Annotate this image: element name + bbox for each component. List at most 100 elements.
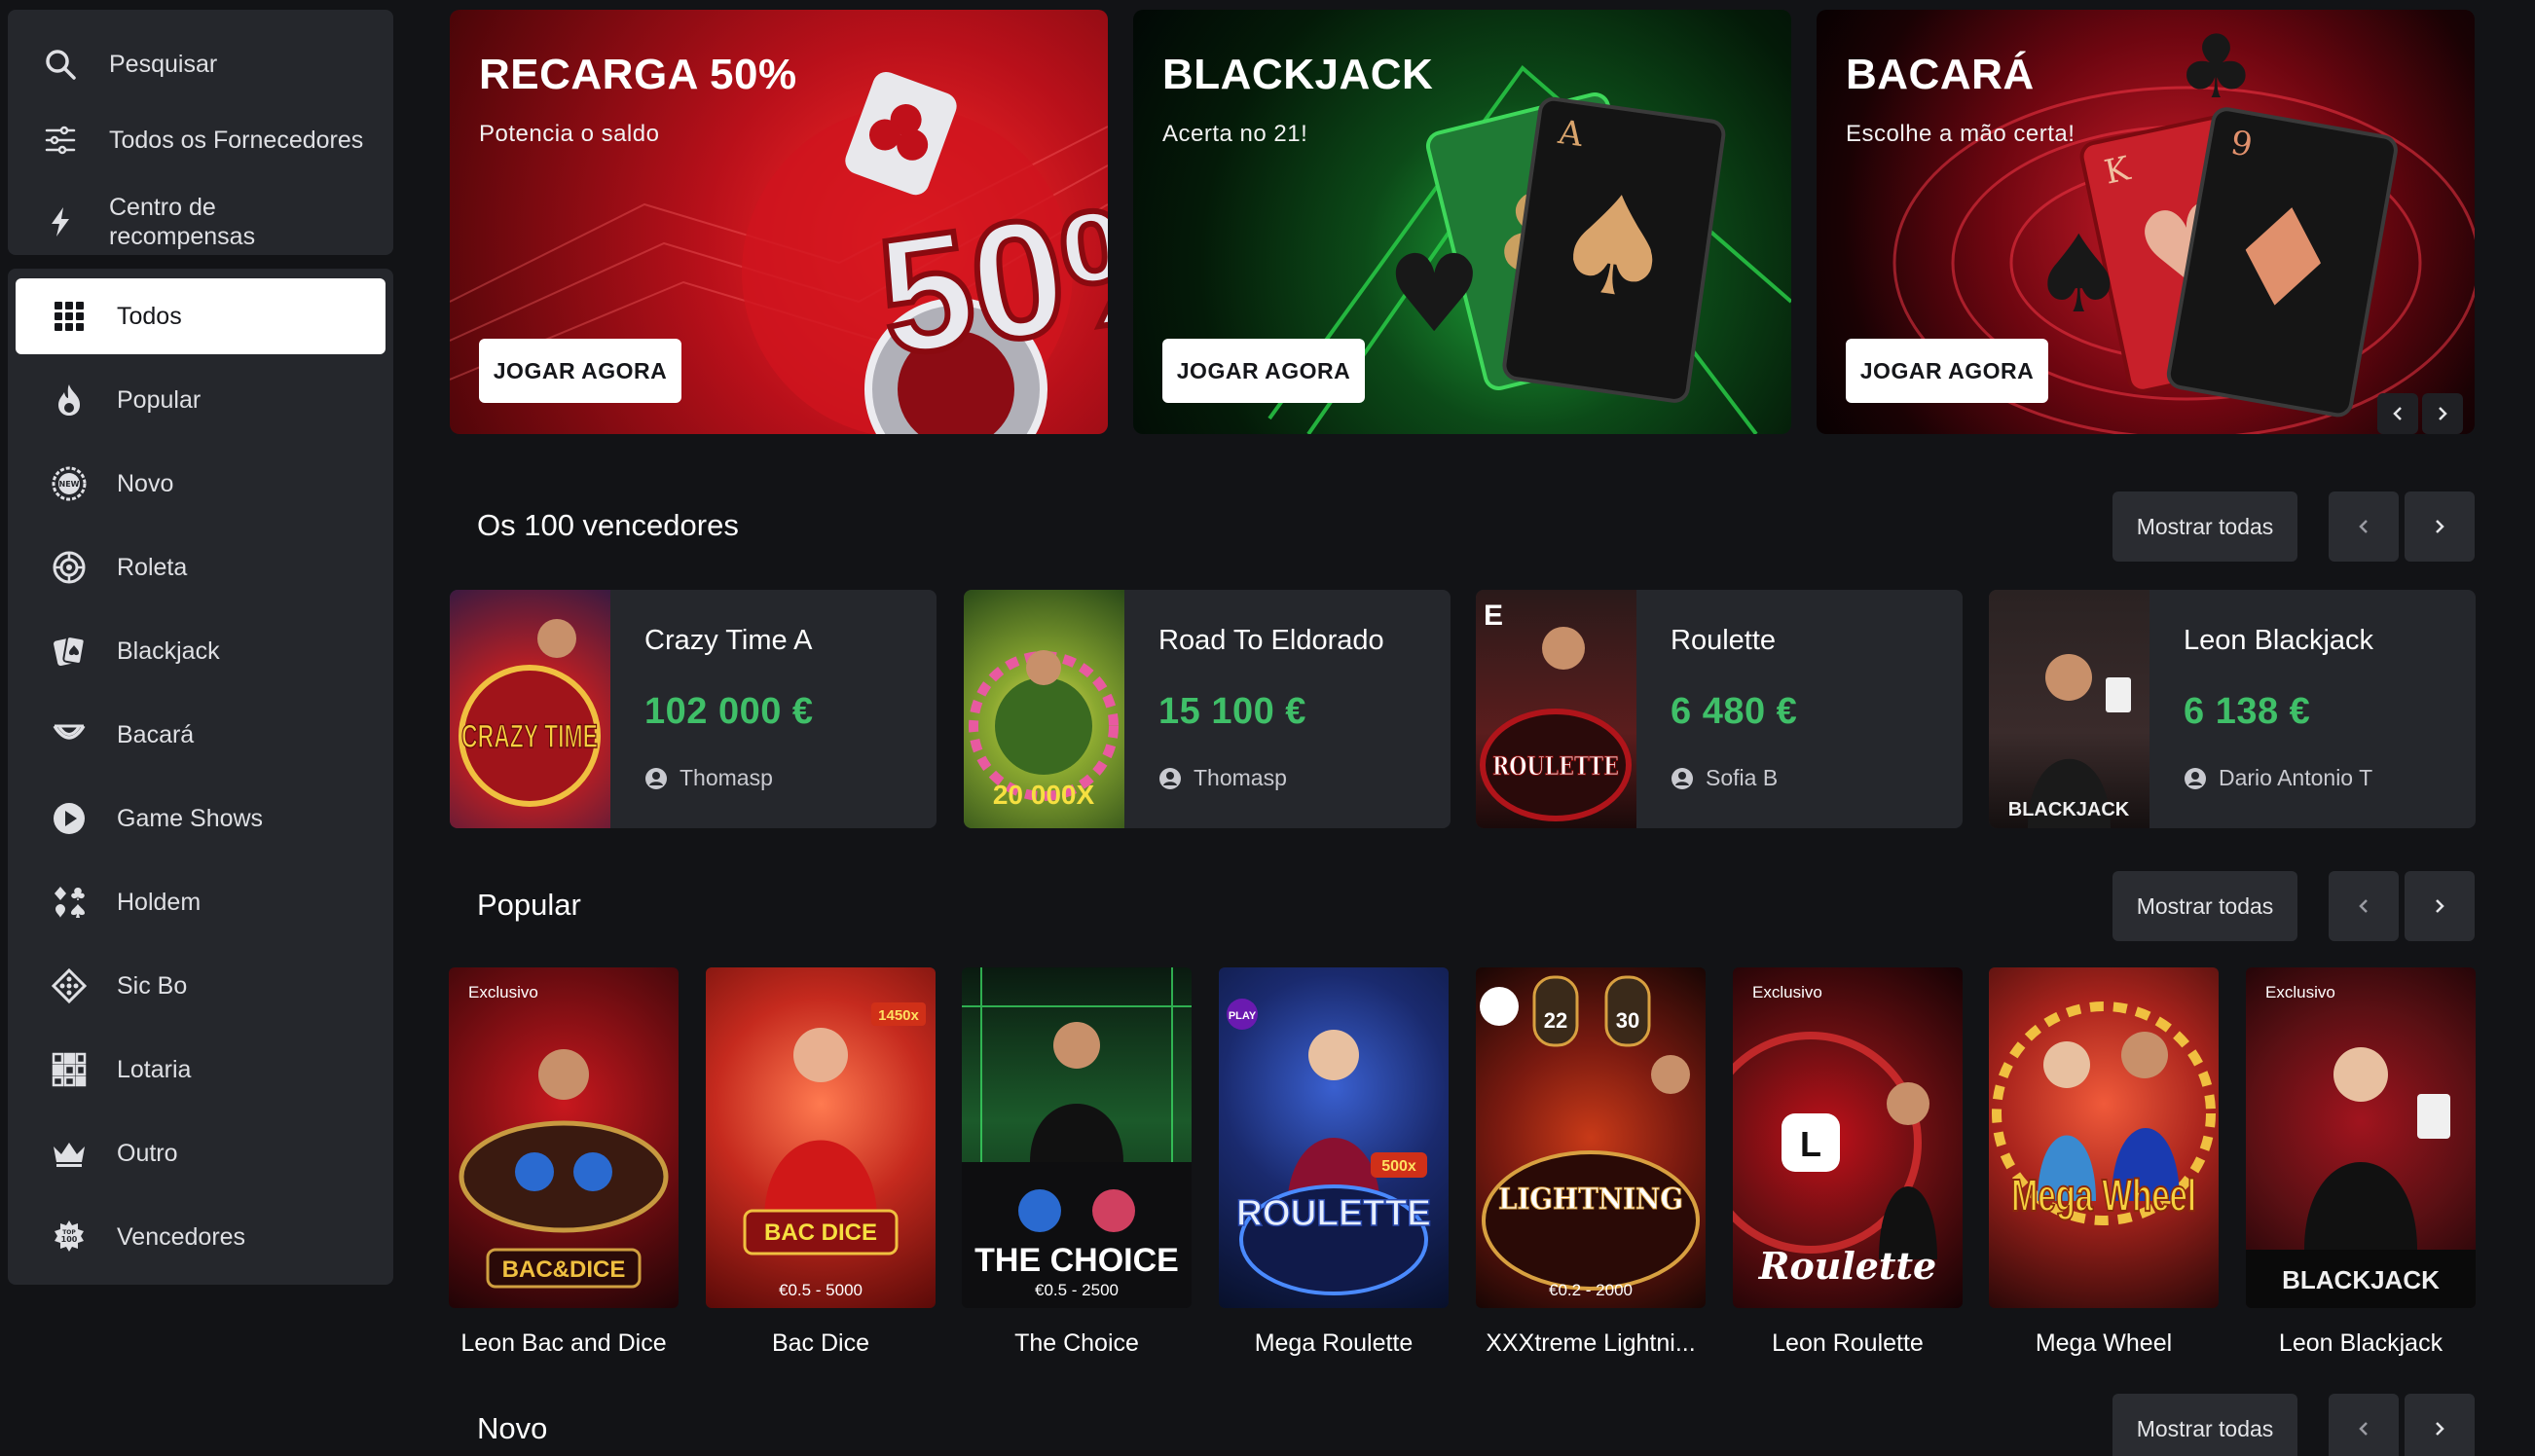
banner-subtitle: Escolhe a mão certa! [1846, 121, 2076, 147]
winner-card[interactable]: E ROULETTE Roulette 6 480 € Sofia B [1476, 590, 1963, 828]
category-label: Novo [117, 469, 174, 497]
blackjack-cards-icon [49, 631, 90, 672]
game-name: Leon Roulette [1772, 1329, 1924, 1357]
bet-limit: €0.5 - 2500 [1034, 1281, 1119, 1299]
rewards-center-item[interactable]: Centro de recompensas [8, 193, 393, 251]
dice-icon [49, 965, 90, 1006]
game-tile[interactable]: BAC&DICE Exclusivo Leon Bac and Dice [449, 967, 679, 1358]
all-providers-item[interactable]: Todos os Fornecedores [8, 121, 393, 160]
game-thumb-text: BAC DICE [764, 1219, 877, 1246]
crown-icon [49, 1133, 90, 1174]
winners-next-button[interactable] [2405, 491, 2475, 562]
game-tile[interactable]: 22 30 LIGHTNING €0.2 - 2000 XXXtreme Light… [1476, 967, 1706, 1358]
category-lotaria[interactable]: Lotaria [16, 1032, 386, 1108]
popular-next-button[interactable] [2405, 871, 2475, 941]
svg-text:PLAY: PLAY [1229, 1010, 1257, 1022]
search-item[interactable]: Pesquisar [8, 45, 393, 84]
new-prev-button[interactable] [2329, 1394, 2399, 1456]
svg-text:♠: ♠ [1543, 161, 1686, 335]
winner-card[interactable]: BLACKJACK Leon Blackjack 6 138 € Dario A… [1989, 590, 2476, 828]
category-list: Todos Popular NEW Novo Roleta Blackjack … [8, 269, 393, 1285]
play-now-button[interactable]: JOGAR AGORA [479, 339, 681, 403]
game-tile[interactable]: Mega Wheel Mega Wheel [1989, 967, 2219, 1358]
banner-prev-button[interactable] [2377, 393, 2418, 434]
category-label: Game Shows [117, 804, 264, 832]
game-thumb-text: ROULETTE [1236, 1193, 1431, 1234]
category-novo[interactable]: NEW Novo [16, 446, 386, 522]
chevron-left-icon [2359, 520, 2368, 533]
new-show-all-button[interactable]: Mostrar todas [2112, 1394, 2297, 1456]
category-outro[interactable]: Outro [16, 1115, 386, 1191]
sliders-icon [41, 121, 80, 160]
game-tile[interactable]: THE CHOICE €0.5 - 2500 The Choice [962, 967, 1192, 1358]
winner-card[interactable]: CRAZY TIME Crazy Time A 102 000 € Thomas… [450, 590, 937, 828]
card-suits-icon [49, 882, 90, 923]
bet-limit: €0.5 - 5000 [778, 1281, 863, 1299]
popular-show-all-button[interactable]: Mostrar todas [2112, 871, 2297, 941]
chevron-left-icon [2359, 1422, 2368, 1436]
winner-username: Sofia B [1706, 765, 1779, 790]
game-thumbnail: BLACKJACK Exclusivo [2246, 967, 2476, 1308]
game-name: Leon Blackjack [2278, 1329, 2443, 1357]
winner-thumbnail: CRAZY TIME [450, 590, 610, 828]
svg-text:♠: ♠ [2031, 212, 2127, 337]
popular-prev-button[interactable] [2329, 871, 2399, 941]
winner-thumb-text: ROULETTE [1492, 752, 1619, 782]
game-thumb-text: Roulette [1758, 1244, 1936, 1288]
game-tile[interactable]: 1450x BAC DICE €0.5 - 5000 Bac Dice [706, 967, 936, 1358]
winner-user: Thomasp [644, 765, 773, 791]
game-tile[interactable]: PLAY 500x ROULETTE Mega Roulette [1219, 967, 1449, 1358]
promo-banner-blackjack[interactable]: ♣ ♠A ♥ BLACKJACK Acerta no 21! JOGAR AGO… [1133, 10, 1791, 434]
winners-show-all-button[interactable]: Mostrar todas [2112, 491, 2297, 562]
category-vencedores[interactable]: TOP 100 Vencedores [16, 1199, 386, 1275]
flame-icon [49, 380, 90, 420]
winner-username: Dario Antonio T [2219, 765, 2373, 790]
winner-user: Thomasp [1158, 765, 1287, 791]
winner-thumbnail: E ROULETTE [1476, 590, 1636, 828]
game-tile[interactable]: L Roulette Exclusivo Leon Roulette [1733, 967, 1963, 1358]
winner-card[interactable]: 20 000X Road To Eldorado 15 100 € Thomas… [964, 590, 1451, 828]
lightning-icon [41, 202, 80, 241]
promo-banner-recarga[interactable]: 50% RECARGA 50% Potencia o saldo JOGAR A… [450, 10, 1108, 434]
chevron-left-icon [2359, 899, 2368, 913]
winner-thumbnail: 20 000X [964, 590, 1124, 828]
play-now-button[interactable]: JOGAR AGORA [1162, 339, 1365, 403]
exclusive-badge: Exclusivo [1752, 983, 1822, 1001]
play-now-button[interactable]: JOGAR AGORA [1846, 339, 2048, 403]
game-tile[interactable]: BLACKJACK Exclusivo Leon Blackjack [2246, 967, 2476, 1358]
new-next-button[interactable] [2405, 1394, 2475, 1456]
roulette-icon [49, 547, 90, 588]
category-popular[interactable]: Popular [16, 362, 386, 438]
winner-amount: 6 480 € [1671, 691, 1798, 732]
category-game-shows[interactable]: Game Shows [16, 781, 386, 856]
game-thumb-text: Mega Wheel [2011, 1170, 2196, 1220]
svg-text:♣: ♣ [2177, 17, 2256, 119]
promo-banner-bacara[interactable]: ♥K ♦9 ♠ ♣ BACARÁ Escolhe a mão certa! JO… [1817, 10, 2475, 434]
game-thumbnail: Mega Wheel [1989, 967, 2219, 1308]
grid-icon [49, 296, 90, 337]
banner-next-button[interactable] [2422, 393, 2463, 434]
category-roleta[interactable]: Roleta [16, 529, 386, 605]
bet-limit: €0.2 - 2000 [1548, 1281, 1633, 1299]
category-label: Outro [117, 1139, 178, 1167]
svg-text:♥: ♥ [1386, 232, 1483, 356]
chevron-right-icon [2439, 407, 2447, 420]
svg-text:500x: 500x [1381, 1158, 1416, 1175]
category-bacara[interactable]: Bacará [16, 697, 386, 773]
category-blackjack[interactable]: Blackjack [16, 613, 386, 689]
category-holdem[interactable]: Holdem [16, 864, 386, 940]
svg-text:22: 22 [1544, 1008, 1567, 1033]
banner-title: BLACKJACK [1162, 51, 1434, 98]
user-icon [1159, 767, 1181, 789]
winners-prev-button[interactable] [2329, 491, 2399, 562]
category-todos[interactable]: Todos [16, 278, 386, 354]
game-name: The Choice [1014, 1329, 1139, 1357]
winner-thumbnail: BLACKJACK [1989, 590, 2149, 828]
category-label: Vencedores [117, 1222, 246, 1251]
exclusive-badge: Exclusivo [468, 983, 538, 1001]
winner-game-name: Leon Blackjack [2184, 625, 2374, 656]
category-sic-bo[interactable]: Sic Bo [16, 948, 386, 1024]
baccarat-icon [49, 714, 90, 755]
winner-game-name: Crazy Time A [644, 625, 813, 656]
category-label: Bacará [117, 720, 195, 748]
